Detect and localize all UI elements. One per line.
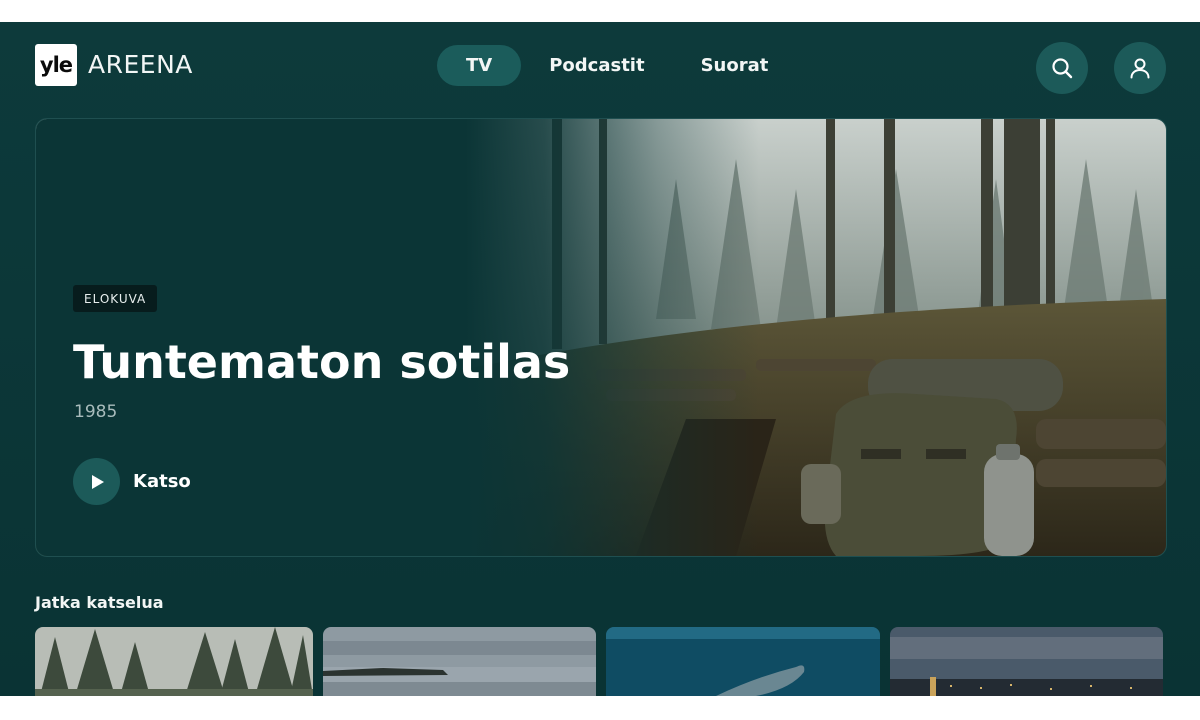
profile-button[interactable] (1114, 42, 1166, 94)
tab-tv[interactable]: TV (437, 45, 522, 86)
lake-shore-thumbnail (323, 627, 596, 696)
yle-logo[interactable]: yle (35, 44, 77, 86)
continue-card-2[interactable] (323, 627, 596, 696)
main-nav: TV Podcastit Suorat (437, 45, 796, 86)
play-button[interactable] (73, 458, 120, 505)
tab-podcastit[interactable]: Podcastit (521, 45, 672, 86)
hero-year: 1985 (74, 402, 118, 422)
underwater-whale-thumbnail (606, 627, 880, 696)
continue-watching-title: Jatka katselua (35, 593, 164, 612)
continue-card-1[interactable] (35, 627, 313, 696)
play-icon (91, 474, 104, 489)
tab-suorat[interactable]: Suorat (673, 45, 797, 86)
hero-title: Tuntematon sotilas (73, 335, 571, 389)
search-button[interactable] (1036, 42, 1088, 94)
areena-app: yle AREENA TV Podcastit Suorat ELOKUVA T… (0, 22, 1200, 696)
continue-card-4[interactable] (890, 627, 1163, 696)
hero-banner[interactable]: ELOKUVA Tuntematon sotilas 1985 Katso (35, 118, 1167, 557)
watch-button[interactable]: Katso (73, 458, 191, 505)
search-icon (1052, 58, 1073, 79)
continue-card-3[interactable] (606, 627, 880, 696)
misty-forest-thumbnail (35, 627, 313, 696)
content-type-badge: ELOKUVA (73, 285, 158, 312)
areena-logo-text: AREENA (88, 50, 193, 79)
watch-label[interactable]: Katso (133, 471, 191, 492)
user-icon (1130, 58, 1150, 79)
city-dusk-thumbnail (890, 627, 1163, 696)
